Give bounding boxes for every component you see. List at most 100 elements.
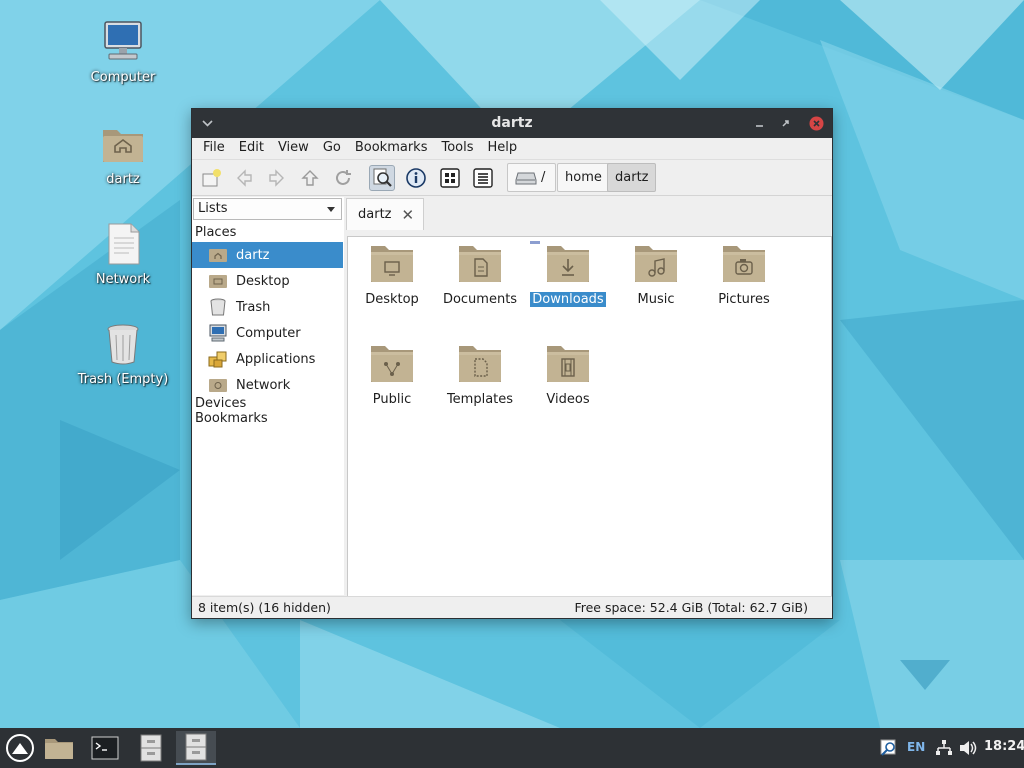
arrow-left-icon xyxy=(237,169,252,187)
folder-item-label: Public xyxy=(372,392,412,407)
start-menu-button[interactable] xyxy=(0,731,40,765)
volume-icon[interactable] xyxy=(958,738,978,758)
taskbar-file-manager-launcher[interactable] xyxy=(39,731,79,765)
side-pane-mode-select[interactable]: Lists xyxy=(193,198,342,220)
menu-file[interactable]: File xyxy=(196,138,232,159)
breadcrumb-label: dartz xyxy=(615,170,649,185)
icon-view-button[interactable] xyxy=(437,165,463,191)
menu-go[interactable]: Go xyxy=(316,138,348,159)
taskbar-terminal-launcher[interactable] xyxy=(85,731,125,765)
sidebar-item-label: Desktop xyxy=(236,273,290,289)
status-item-count: 8 item(s) (16 hidden) xyxy=(198,600,331,615)
menu-tools[interactable]: Tools xyxy=(434,138,480,159)
menu-help[interactable]: Help xyxy=(481,138,525,159)
folder-item-music[interactable]: Music xyxy=(612,242,700,307)
sidebar-item-network[interactable]: Network xyxy=(192,372,343,398)
desktop-icon-computer[interactable]: Computer xyxy=(68,18,178,85)
folder-item-label: Templates xyxy=(446,392,514,407)
terminal-icon xyxy=(91,736,119,760)
status-bar: 8 item(s) (16 hidden) Free space: 52.4 G… xyxy=(192,596,832,618)
folder-item-label: Desktop xyxy=(365,292,419,307)
desktop-icon-network[interactable]: Network xyxy=(68,220,178,287)
chevron-down-icon xyxy=(327,207,335,212)
search-tool-icon[interactable] xyxy=(879,738,899,758)
menu-bar: File Edit View Go Bookmarks Tools Help xyxy=(192,138,832,160)
search-icon xyxy=(373,168,392,187)
folder-document-icon xyxy=(459,246,501,282)
maximize-icon[interactable] xyxy=(778,116,793,131)
app-menu-logo-icon xyxy=(6,734,34,762)
sidebar-item-label: Applications xyxy=(236,351,316,367)
desktop-icon-home[interactable]: dartz xyxy=(68,120,178,187)
desktop-folder-icon xyxy=(209,275,227,288)
folder-item-label: Music xyxy=(637,292,675,307)
breadcrumb-label: / xyxy=(541,170,546,185)
info-button[interactable] xyxy=(403,165,429,191)
breadcrumb-root[interactable]: / xyxy=(507,163,556,192)
folder-film-icon xyxy=(547,346,589,382)
tab-close-icon[interactable]: ✕ xyxy=(401,206,414,224)
desktop-icon-trash[interactable]: Trash (Empty) xyxy=(68,320,178,387)
breadcrumb-dartz[interactable]: dartz xyxy=(607,163,657,192)
taskbar-window-1[interactable] xyxy=(131,731,171,765)
bookmarks-heading[interactable]: Bookmarks xyxy=(195,411,268,426)
search-button[interactable] xyxy=(369,165,395,191)
folder-item-desktop[interactable]: Desktop xyxy=(348,242,436,307)
folder-item-pictures[interactable]: Pictures xyxy=(700,242,788,307)
folder-item-videos[interactable]: Videos xyxy=(524,342,612,407)
menu-bookmarks[interactable]: Bookmarks xyxy=(348,138,435,159)
file-cabinet-icon xyxy=(140,734,162,762)
file-cabinet-icon xyxy=(185,733,207,761)
applications-icon xyxy=(208,351,227,368)
sidebar-item-computer[interactable]: Computer xyxy=(192,320,343,346)
new-tab-button[interactable] xyxy=(198,165,224,191)
home-folder-icon xyxy=(209,249,227,262)
desktop-icon-label: dartz xyxy=(106,172,140,187)
folder-icon xyxy=(45,739,73,759)
list-view-button[interactable] xyxy=(470,165,496,191)
menu-edit[interactable]: Edit xyxy=(232,138,271,159)
keyboard-layout-indicator[interactable]: EN xyxy=(907,740,925,754)
folder-item-label: Downloads xyxy=(530,292,606,307)
folder-item-documents[interactable]: Documents xyxy=(436,242,524,307)
desktop-icon-label: Trash (Empty) xyxy=(77,372,169,387)
toolbar: / home dartz xyxy=(192,160,832,196)
file-view[interactable]: Desktop Documents Downloads Music Pictures Pu… xyxy=(347,236,832,597)
breadcrumb-label: home xyxy=(565,170,602,185)
network-status-icon[interactable] xyxy=(935,739,953,757)
folder-item-templates[interactable]: Templates xyxy=(436,342,524,407)
info-icon xyxy=(406,168,426,188)
sidebar-item-applications[interactable]: Applications xyxy=(192,346,343,372)
side-pane-mode-label: Lists xyxy=(198,201,228,216)
folder-desktop-icon xyxy=(371,246,413,282)
home-folder-icon xyxy=(103,130,143,162)
folder-item-downloads[interactable]: Downloads xyxy=(524,242,612,307)
up-button[interactable] xyxy=(297,165,323,191)
tab-dartz[interactable]: dartz ✕ xyxy=(346,198,424,230)
computer-icon xyxy=(104,21,142,60)
sidebar-item-label: Network xyxy=(236,377,291,393)
folder-item-public[interactable]: Public xyxy=(348,342,436,407)
drive-icon xyxy=(515,172,537,184)
folder-music-icon xyxy=(635,246,677,282)
breadcrumb-home[interactable]: home xyxy=(557,163,610,192)
close-icon[interactable] xyxy=(809,116,824,131)
window-titlebar[interactable]: dartz xyxy=(192,109,832,138)
tab-bar: dartz ✕ xyxy=(346,197,832,237)
side-pane: Lists Places dartz Desktop Trash Compute… xyxy=(192,197,344,595)
devices-heading[interactable]: Devices xyxy=(195,396,246,411)
desktop-icon-label: Computer xyxy=(90,70,156,85)
taskbar-window-2[interactable] xyxy=(176,731,216,765)
clock[interactable]: 18:24 xyxy=(984,739,1024,754)
menu-view[interactable]: View xyxy=(271,138,316,159)
taskbar: EN 18:24 xyxy=(0,728,1024,768)
sidebar-item-trash[interactable]: Trash xyxy=(192,294,343,320)
back-button[interactable] xyxy=(231,165,257,191)
sidebar-item-dartz[interactable]: dartz xyxy=(192,242,343,268)
forward-button[interactable] xyxy=(264,165,290,191)
minimize-icon[interactable] xyxy=(752,116,767,131)
reload-icon xyxy=(336,170,351,185)
places-heading[interactable]: Places xyxy=(195,225,236,240)
reload-button[interactable] xyxy=(330,165,356,191)
sidebar-item-desktop[interactable]: Desktop xyxy=(192,268,343,294)
